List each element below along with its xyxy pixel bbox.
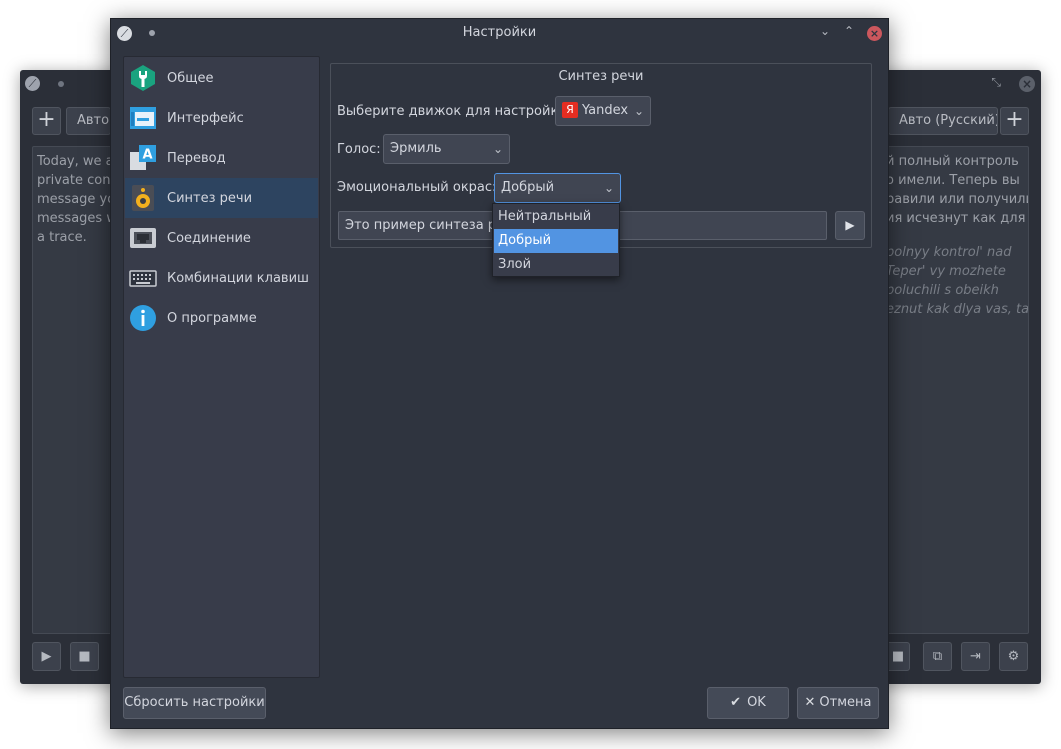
source-text-line: messages wi xyxy=(37,211,111,226)
dialog-titlebar: ⟋ Настройки ⌄ ⌃ × xyxy=(111,19,888,47)
export-button[interactable]: ⇥ xyxy=(961,642,990,671)
yandex-logo-icon: Я xyxy=(562,101,578,118)
translate-icon: A xyxy=(129,144,157,172)
emotion-dropdown-list: Нейтральный Добрый Злой xyxy=(492,203,620,277)
sidebar-item-label: О программе xyxy=(167,310,257,326)
voice-label: Голос: xyxy=(337,142,381,157)
info-icon xyxy=(129,304,157,332)
voice-select[interactable]: Эрмиль ⌄ xyxy=(383,134,510,164)
source-text-line: message you xyxy=(37,192,111,207)
transliteration-line: polnyy kontrol' nad xyxy=(886,245,1012,260)
emotion-value: Добрый xyxy=(501,180,555,195)
emotion-option-neutral[interactable]: Нейтральный xyxy=(494,205,618,229)
ok-button[interactable]: ✔ OK xyxy=(707,687,789,719)
add-source-tab-button[interactable]: + xyxy=(32,107,61,135)
network-icon xyxy=(129,224,157,252)
group-title: Синтез речи xyxy=(558,69,644,84)
sidebar-item-label: Синтез речи xyxy=(167,190,253,206)
transliteration-line: poluchili s obeikh xyxy=(886,283,999,298)
close-icon[interactable]: × xyxy=(867,26,882,41)
source-text-line: private conv xyxy=(37,173,112,188)
cancel-x-icon: ✕ xyxy=(804,695,816,710)
dialog-title: Настройки xyxy=(462,25,537,40)
source-text-area[interactable]: Today, we ar private conv message you me… xyxy=(32,146,112,634)
app-logo-icon: ⟋ xyxy=(25,76,40,91)
target-language-tab[interactable]: Авто (Русский) xyxy=(888,107,998,135)
wrench-icon xyxy=(129,64,157,92)
source-text-line: a trace. xyxy=(37,230,87,245)
cancel-button[interactable]: ✕ Отмена xyxy=(797,687,879,719)
settings-button[interactable]: ⚙ xyxy=(999,642,1028,671)
stop-source-button[interactable]: ■ xyxy=(70,642,99,671)
chevron-down-icon: ⌄ xyxy=(492,142,503,156)
interface-icon xyxy=(129,104,157,132)
source-language-tab[interactable]: Авто ( xyxy=(66,107,111,135)
emotion-label: Эмоциональный окрас: xyxy=(337,180,497,195)
chevron-down-icon: ⌄ xyxy=(603,181,614,195)
sidebar-item-translation[interactable]: A Перевод xyxy=(125,138,318,178)
keyboard-icon xyxy=(129,264,157,292)
translation-text-line: о имели. Теперь вы xyxy=(886,173,1020,188)
settings-dialog: ⟋ Настройки ⌄ ⌃ × Общее Интерфейс A Пере… xyxy=(110,18,889,729)
source-text-line: Today, we ar xyxy=(37,154,112,169)
stop-translation-button[interactable]: ■ xyxy=(886,642,910,671)
engine-select[interactable]: Я Yandex ⌄ xyxy=(555,96,651,126)
sidebar-item-general[interactable]: Общее xyxy=(125,58,318,98)
settings-sidebar: Общее Интерфейс A Перевод Синтез речи Со… xyxy=(123,56,320,678)
ok-label: OK xyxy=(747,695,766,710)
engine-value: Yandex xyxy=(582,103,629,118)
emotion-option-kind[interactable]: Добрый xyxy=(494,229,618,253)
sidebar-item-speech-synthesis[interactable]: Синтез речи xyxy=(125,178,318,218)
sidebar-item-label: Перевод xyxy=(167,150,226,166)
minimize-icon[interactable]: ⤡ xyxy=(991,75,1001,90)
voice-value: Эрмиль xyxy=(390,141,442,156)
copy-translation-button[interactable]: ⧉ xyxy=(923,642,952,671)
translation-text-area[interactable]: й полный контроль о имели. Теперь вы рав… xyxy=(884,146,1029,634)
play-source-button[interactable]: ▶ xyxy=(32,642,61,671)
reset-settings-button[interactable]: Сбросить настройки xyxy=(123,687,266,719)
sidebar-item-interface[interactable]: Интерфейс xyxy=(125,98,318,138)
sidebar-item-shortcuts[interactable]: Комбинации клавиш xyxy=(125,258,318,298)
sidebar-item-label: Соединение xyxy=(167,230,251,246)
checkmark-icon: ✔ xyxy=(730,695,742,710)
svg-text:A: A xyxy=(142,148,152,163)
pin-dot-icon[interactable] xyxy=(58,81,64,87)
translation-text-line: равили или получили xyxy=(886,192,1029,207)
close-icon[interactable]: × xyxy=(1019,76,1035,92)
translation-text-line: ия исчезнут как для xyxy=(886,211,1026,226)
sidebar-item-label: Комбинации клавиш xyxy=(167,270,309,286)
chevron-down-icon: ⌄ xyxy=(633,104,644,118)
transliteration-line: eznut kak dlya vas, tak xyxy=(886,302,1029,317)
transliteration-line: Teper' vy mozhete xyxy=(886,264,1006,279)
sidebar-item-label: Общее xyxy=(167,70,214,86)
sidebar-item-label: Интерфейс xyxy=(167,110,244,126)
emotion-option-evil[interactable]: Злой xyxy=(494,253,618,277)
sidebar-item-about[interactable]: О программе xyxy=(125,298,318,338)
cancel-label: Отмена xyxy=(819,695,872,710)
speaker-icon xyxy=(129,184,157,212)
collapse-icon[interactable]: ⌄ xyxy=(820,24,830,38)
emotion-select[interactable]: Добрый ⌄ xyxy=(494,173,621,203)
engine-label: Выберите движок для настройки: xyxy=(337,104,572,119)
add-target-tab-button[interactable]: + xyxy=(1000,107,1029,135)
expand-icon[interactable]: ⌃ xyxy=(844,24,854,38)
sidebar-item-connection[interactable]: Соединение xyxy=(125,218,318,258)
play-sample-button[interactable]: ▶ xyxy=(835,211,865,240)
translation-text-line: й полный контроль xyxy=(886,154,1019,169)
